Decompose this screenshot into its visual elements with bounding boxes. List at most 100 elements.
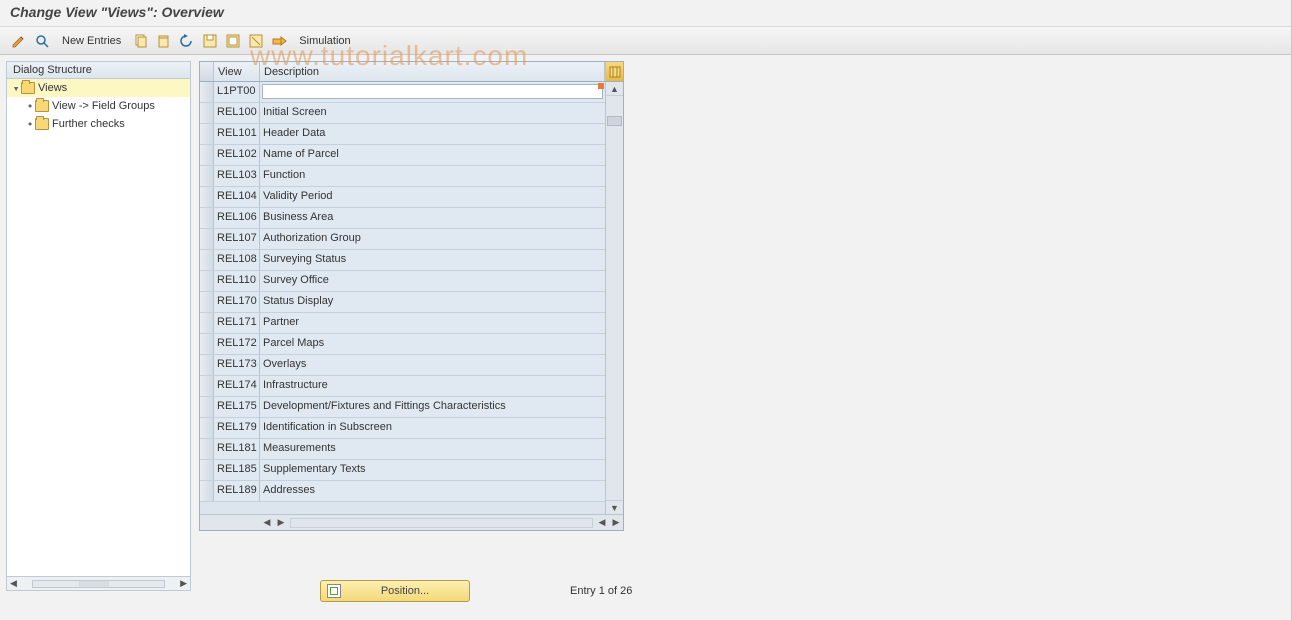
row-selector[interactable] bbox=[200, 334, 214, 354]
select-all-column[interactable] bbox=[200, 62, 214, 81]
cell-description[interactable]: Surveying Status bbox=[260, 250, 605, 270]
row-selector[interactable] bbox=[200, 145, 214, 165]
cell-view[interactable]: REL102 bbox=[214, 145, 260, 165]
table-row[interactable]: REL174Infrastructure bbox=[200, 376, 605, 397]
cell-view[interactable]: REL170 bbox=[214, 292, 260, 312]
cell-description[interactable]: Authorization Group bbox=[260, 229, 605, 249]
row-selector[interactable] bbox=[200, 439, 214, 459]
undo-icon[interactable] bbox=[176, 30, 198, 52]
change-icon[interactable] bbox=[8, 30, 30, 52]
hscroll-right-icon[interactable]: ▶ bbox=[274, 517, 288, 528]
save-icon[interactable] bbox=[199, 30, 221, 52]
hscroll-left2-icon[interactable]: ◀ bbox=[595, 517, 609, 528]
description-input[interactable] bbox=[262, 84, 603, 99]
row-selector[interactable] bbox=[200, 355, 214, 375]
cell-description[interactable]: Business Area bbox=[260, 208, 605, 228]
table-row[interactable]: REL101Header Data bbox=[200, 124, 605, 145]
tree-item-view-field-groups[interactable]: •View -> Field Groups bbox=[7, 97, 190, 115]
deselect-all-icon[interactable] bbox=[245, 30, 267, 52]
row-selector[interactable] bbox=[200, 376, 214, 396]
cell-description[interactable]: Initial Screen bbox=[260, 103, 605, 123]
table-row[interactable]: REL100Initial Screen bbox=[200, 103, 605, 124]
cell-description[interactable]: Function bbox=[260, 166, 605, 186]
simulation-button[interactable]: Simulation bbox=[291, 30, 358, 52]
vscroll-thumb[interactable] bbox=[607, 116, 622, 126]
row-selector[interactable] bbox=[200, 250, 214, 270]
cell-description[interactable]: Overlays bbox=[260, 355, 605, 375]
cell-view[interactable]: REL179 bbox=[214, 418, 260, 438]
select-all-icon[interactable] bbox=[222, 30, 244, 52]
hscroll-track[interactable] bbox=[290, 518, 593, 528]
delete-icon[interactable] bbox=[153, 30, 175, 52]
table-row[interactable]: REL185Supplementary Texts bbox=[200, 460, 605, 481]
cell-view[interactable]: REL174 bbox=[214, 376, 260, 396]
cell-view[interactable]: REL106 bbox=[214, 208, 260, 228]
cell-description[interactable]: Measurements bbox=[260, 439, 605, 459]
scroll-left-icon[interactable]: ◀ bbox=[7, 578, 20, 589]
table-row[interactable]: REL108Surveying Status bbox=[200, 250, 605, 271]
cell-view[interactable]: REL101 bbox=[214, 124, 260, 144]
row-selector[interactable] bbox=[200, 187, 214, 207]
table-row[interactable]: REL171Partner bbox=[200, 313, 605, 334]
position-button[interactable]: Position... bbox=[320, 580, 470, 602]
cell-description[interactable] bbox=[260, 82, 605, 102]
copy-icon[interactable] bbox=[130, 30, 152, 52]
row-selector[interactable] bbox=[200, 292, 214, 312]
table-row[interactable]: REL181Measurements bbox=[200, 439, 605, 460]
table-row[interactable]: REL189Addresses bbox=[200, 481, 605, 502]
cell-description[interactable]: Header Data bbox=[260, 124, 605, 144]
table-row[interactable]: REL173Overlays bbox=[200, 355, 605, 376]
tree-horizontal-scrollbar[interactable]: ◀ ▶ bbox=[7, 576, 190, 590]
table-row[interactable]: REL172Parcel Maps bbox=[200, 334, 605, 355]
column-header-description[interactable]: Description bbox=[260, 62, 605, 81]
tree-item-views[interactable]: ▾Views bbox=[7, 79, 190, 97]
row-selector[interactable] bbox=[200, 124, 214, 144]
table-row[interactable]: REL103Function bbox=[200, 166, 605, 187]
cell-view[interactable]: REL107 bbox=[214, 229, 260, 249]
table-row[interactable]: REL107Authorization Group bbox=[200, 229, 605, 250]
scroll-up-icon[interactable]: ▲ bbox=[606, 82, 623, 96]
cell-view[interactable]: L1PT00 bbox=[214, 82, 260, 102]
cell-description[interactable]: Partner bbox=[260, 313, 605, 333]
scrollbar-thumb[interactable] bbox=[79, 581, 109, 587]
cell-view[interactable]: REL108 bbox=[214, 250, 260, 270]
cell-view[interactable]: REL172 bbox=[214, 334, 260, 354]
transport-icon[interactable] bbox=[268, 30, 290, 52]
cell-description[interactable]: Parcel Maps bbox=[260, 334, 605, 354]
cell-description[interactable]: Survey Office bbox=[260, 271, 605, 291]
row-selector[interactable] bbox=[200, 418, 214, 438]
row-selector[interactable] bbox=[200, 313, 214, 333]
cell-description[interactable]: Supplementary Texts bbox=[260, 460, 605, 480]
cell-description[interactable]: Status Display bbox=[260, 292, 605, 312]
cell-description[interactable]: Infrastructure bbox=[260, 376, 605, 396]
cell-description[interactable]: Development/Fixtures and Fittings Charac… bbox=[260, 397, 605, 417]
table-settings-icon[interactable] bbox=[605, 62, 623, 81]
table-row[interactable]: REL179Identification in Subscreen bbox=[200, 418, 605, 439]
cell-view[interactable]: REL104 bbox=[214, 187, 260, 207]
row-selector[interactable] bbox=[200, 103, 214, 123]
cell-view[interactable]: REL103 bbox=[214, 166, 260, 186]
row-selector[interactable] bbox=[200, 460, 214, 480]
cell-view[interactable]: REL110 bbox=[214, 271, 260, 291]
hscroll-right2-icon[interactable]: ▶ bbox=[609, 517, 623, 528]
table-row[interactable]: REL170Status Display bbox=[200, 292, 605, 313]
row-selector[interactable] bbox=[200, 166, 214, 186]
row-selector[interactable] bbox=[200, 397, 214, 417]
hscroll-left-icon[interactable]: ◀ bbox=[260, 517, 274, 528]
table-row[interactable]: L1PT00 bbox=[200, 82, 605, 103]
table-row[interactable]: REL104Validity Period bbox=[200, 187, 605, 208]
column-header-view[interactable]: View bbox=[214, 62, 260, 81]
cell-view[interactable]: REL173 bbox=[214, 355, 260, 375]
table-row[interactable]: REL175Development/Fixtures and Fittings … bbox=[200, 397, 605, 418]
tree-toggle-icon[interactable]: ▾ bbox=[11, 82, 21, 95]
cell-view[interactable]: REL175 bbox=[214, 397, 260, 417]
row-selector[interactable] bbox=[200, 82, 214, 102]
cell-description[interactable]: Addresses bbox=[260, 481, 605, 501]
scroll-right-icon[interactable]: ▶ bbox=[177, 578, 190, 589]
cell-view[interactable]: REL171 bbox=[214, 313, 260, 333]
cell-view[interactable]: REL100 bbox=[214, 103, 260, 123]
cell-description[interactable]: Identification in Subscreen bbox=[260, 418, 605, 438]
vscroll-track[interactable] bbox=[606, 96, 623, 500]
row-selector[interactable] bbox=[200, 271, 214, 291]
tree-toggle-icon[interactable]: • bbox=[25, 118, 35, 131]
